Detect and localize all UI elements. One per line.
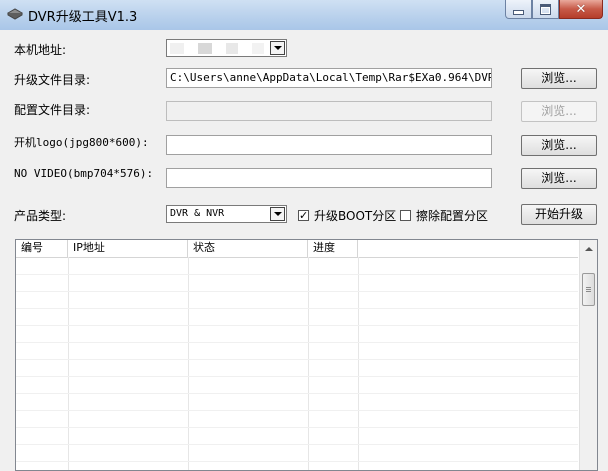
window-title: DVR升级工具V1.3	[28, 10, 138, 25]
window-client: 本机地址: 升级文件目录: C:\Users\anne\AppData\Loca…	[0, 30, 608, 471]
column-divider	[358, 257, 359, 470]
column-divider	[308, 257, 309, 470]
start-upgrade-button[interactable]: 开始升级	[521, 204, 597, 225]
column-header-ip[interactable]: IP地址	[68, 240, 188, 257]
scroll-up-icon	[584, 246, 593, 251]
product-type-value: DVR & NVR	[170, 208, 225, 219]
row-divider	[16, 274, 578, 275]
maximize-icon	[540, 3, 551, 15]
dropdown-button[interactable]	[270, 207, 285, 221]
checkbox-unchecked[interactable]	[400, 210, 411, 221]
erase-config-label: 擦除配置分区	[416, 209, 489, 223]
row-divider	[16, 393, 578, 394]
column-header-id[interactable]: 编号	[16, 240, 68, 257]
browse-upgrade-button[interactable]: 浏览...	[521, 68, 597, 89]
erase-config-checkbox[interactable]: 擦除配置分区	[400, 207, 488, 224]
dropdown-arrow-icon	[273, 46, 282, 50]
browse-novideo-button[interactable]: 浏览...	[521, 168, 597, 189]
no-video-field[interactable]	[166, 168, 492, 188]
local-address-select[interactable]	[166, 39, 287, 57]
row-divider	[16, 359, 578, 360]
browse-logo-button[interactable]: 浏览...	[521, 135, 597, 156]
close-icon: ✕	[575, 1, 587, 17]
column-divider	[68, 257, 69, 470]
scroll-up-button[interactable]	[581, 240, 596, 257]
maximize-button[interactable]	[532, 0, 559, 19]
row-divider	[16, 376, 578, 377]
grip-line	[586, 287, 591, 288]
ip-blur-block	[170, 43, 184, 54]
local-address-label: 本机地址:	[14, 43, 67, 57]
product-type-label: 产品类型:	[14, 209, 67, 223]
column-header-status[interactable]: 状态	[188, 240, 308, 257]
product-type-select[interactable]: DVR & NVR	[166, 205, 287, 223]
row-divider	[16, 325, 578, 326]
row-divider	[16, 291, 578, 292]
row-divider	[16, 444, 578, 445]
scrollbar-thumb[interactable]	[582, 273, 595, 306]
upgrade-dir-field[interactable]: C:\Users\anne\AppData\Local\Temp\Rar$EXa…	[166, 68, 492, 88]
device-list[interactable]: 编号 IP地址 状态 进度	[15, 239, 598, 471]
checkbox-checked[interactable]: ✓	[298, 210, 309, 221]
list-header: 编号 IP地址 状态 进度	[16, 240, 578, 258]
upgrade-boot-label: 升级BOOT分区	[314, 209, 397, 223]
boot-logo-label: 开机logo(jpg800*600):	[14, 136, 149, 149]
app-icon	[6, 8, 24, 20]
minimize-icon	[513, 9, 524, 15]
boot-logo-field[interactable]	[166, 135, 492, 155]
row-divider	[16, 308, 578, 309]
title-bar[interactable]: DVR升级工具V1.3 ✕	[0, 0, 608, 31]
no-video-label: NO VIDEO(bmp704*576):	[14, 167, 154, 180]
grip-line	[586, 289, 591, 290]
vertical-scrollbar[interactable]	[579, 240, 597, 470]
dropdown-arrow-icon	[273, 212, 282, 216]
browse-config-button: 浏览...	[521, 101, 597, 122]
grip-line	[586, 291, 591, 292]
config-dir-field	[166, 101, 492, 121]
ip-blur-block	[226, 43, 238, 54]
dropdown-button[interactable]	[270, 41, 285, 55]
ip-blur-block	[198, 43, 212, 54]
column-header-progress[interactable]: 进度	[308, 240, 358, 257]
close-button[interactable]: ✕	[559, 0, 603, 19]
row-divider	[16, 461, 578, 462]
column-divider	[188, 257, 189, 470]
minimize-button[interactable]	[505, 0, 532, 19]
upgrade-dir-label: 升级文件目录:	[14, 73, 91, 87]
row-divider	[16, 410, 578, 411]
row-divider	[16, 342, 578, 343]
upgrade-boot-checkbox[interactable]: ✓ 升级BOOT分区	[298, 207, 396, 224]
ip-blur-block	[252, 43, 264, 54]
config-dir-label: 配置文件目录:	[14, 103, 91, 117]
row-divider	[16, 427, 578, 428]
